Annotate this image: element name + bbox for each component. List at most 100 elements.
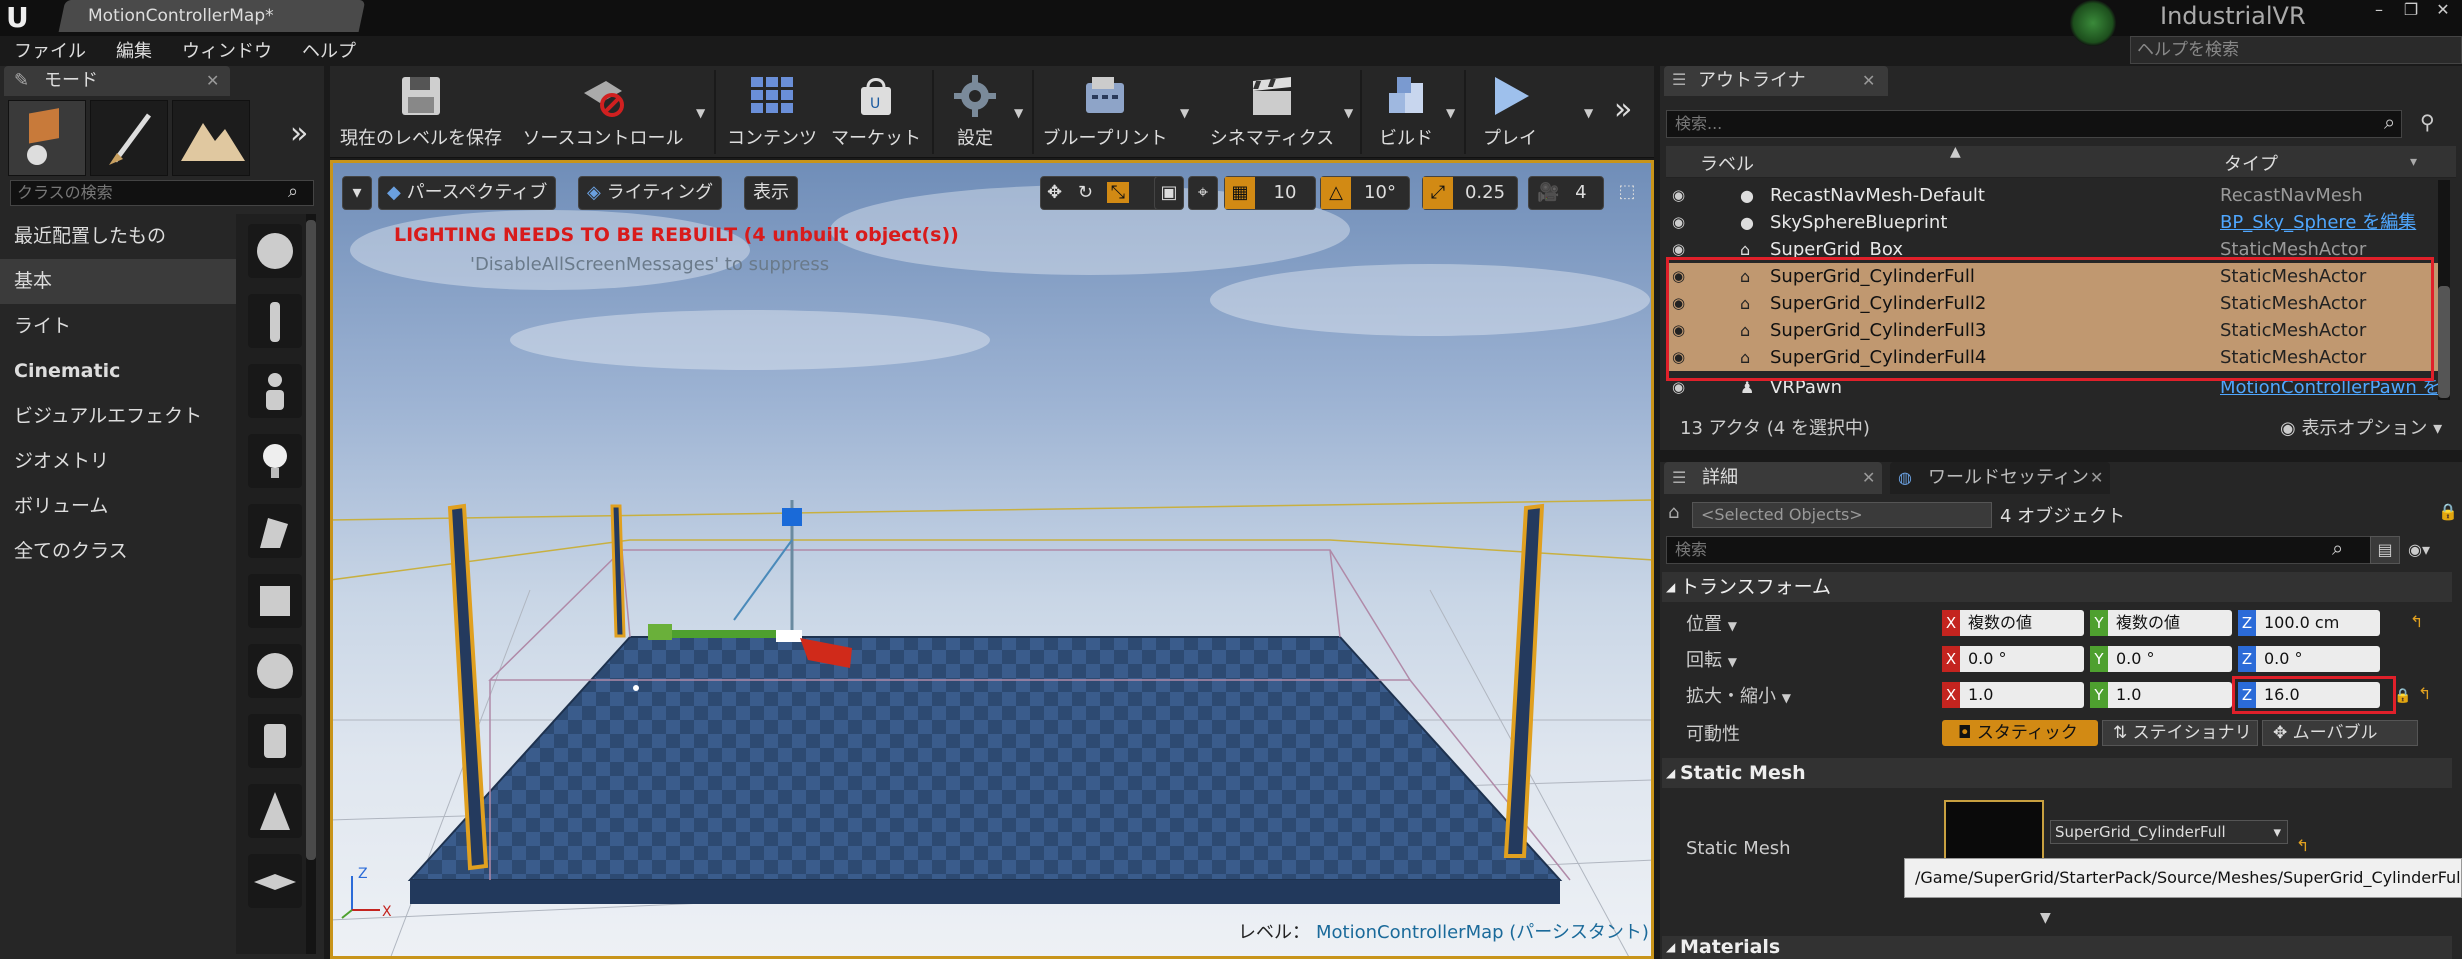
reset-to-default-icon[interactable]: ↰ (2418, 684, 2431, 703)
scale-label[interactable]: 拡大・縮小 ▼ (1686, 682, 1791, 708)
lighting-mode-button[interactable]: ◈ ライティング (578, 176, 723, 210)
marketplace-button[interactable]: U マーケット (824, 72, 928, 156)
scale-snap-value[interactable]: 0.25 (1453, 177, 1517, 209)
expand-advanced-icon[interactable]: ▼ (2040, 910, 2051, 926)
play-dropdown-icon[interactable]: ▼ (1584, 106, 1593, 120)
class-search-input[interactable]: クラスの検索 (10, 180, 314, 206)
viewport-options-button[interactable]: ▾ (342, 176, 372, 210)
empty-actor-thumb[interactable] (248, 224, 302, 278)
modes-tab[interactable]: モード (4, 66, 230, 96)
category-basic[interactable]: 基本 (0, 259, 236, 304)
settings-dropdown-icon[interactable]: ▼ (1014, 106, 1023, 120)
menu-file[interactable]: ファイル (14, 37, 86, 63)
modes-tab-close-icon[interactable]: ✕ (206, 66, 219, 96)
close-button[interactable]: ✕ (2432, 0, 2454, 24)
menu-edit[interactable]: 編集 (116, 37, 152, 63)
outliner-row[interactable]: ◉ ● SkySphereBlueprint BP_Sky_Sphere を編集 (1666, 209, 2440, 236)
view-options-button[interactable]: ◉ 表示オプション ▾ (2280, 414, 2442, 440)
level-document-tab[interactable]: MotionControllerMap* (58, 0, 366, 32)
rotation-y-field[interactable]: Y 0.0 ° (2090, 646, 2232, 672)
details-tab[interactable]: 詳細 (1664, 462, 1882, 494)
blueprints-button[interactable]: ブループリント (1040, 72, 1170, 156)
cinematics-dropdown-icon[interactable]: ▼ (1344, 106, 1353, 120)
place-mode-button[interactable] (8, 100, 86, 176)
perspective-button[interactable]: ◆ パースペクティブ (378, 176, 557, 210)
static-mesh-section-header[interactable]: ◢ Static Mesh (1662, 758, 2452, 788)
rotate-icon[interactable]: ↻ (1078, 182, 1093, 203)
rotation-y-value[interactable]: 0.0 ° (2108, 646, 2232, 672)
world-local-toggle[interactable]: ▣ (1154, 176, 1184, 210)
scale-x-field[interactable]: X 1.0 (1942, 682, 2084, 708)
location-z-value[interactable]: 100.0 cm (2256, 610, 2380, 636)
rotation-z-value[interactable]: 0.0 ° (2256, 646, 2380, 672)
column-options-icon[interactable]: ▾ (2410, 154, 2417, 170)
landscape-mode-button[interactable] (172, 100, 250, 176)
static-mesh-thumbnail[interactable] (1944, 800, 2044, 864)
rotation-z-field[interactable]: Z 0.0 ° (2238, 646, 2380, 672)
surface-snap-toggle[interactable]: ⌖ (1188, 176, 1218, 210)
toolbar-more-icon[interactable]: » (1614, 92, 1632, 127)
visibility-eye-icon[interactable]: ◉ (1672, 209, 1685, 236)
outliner-scrollbar-thumb[interactable] (2438, 286, 2450, 398)
scale-y-value[interactable]: 1.0 (2108, 682, 2232, 708)
category-volumes[interactable]: ボリューム (0, 484, 236, 529)
mobility-static-button[interactable]: ◘ スタティック (1942, 720, 2098, 746)
mobility-stationary-button[interactable]: ⇅ ステイショナリ (2102, 720, 2258, 746)
menu-window[interactable]: ウィンドウ (182, 37, 272, 63)
rotation-x-field[interactable]: X 0.0 ° (1942, 646, 2084, 672)
grid-snap-icon[interactable]: ▦ (1225, 177, 1255, 209)
player-start-thumb[interactable] (248, 504, 302, 558)
outliner-close-icon[interactable]: ✕ (1862, 66, 1875, 96)
outliner-row[interactable]: ◉ ● RecastNavMesh-Default RecastNavMesh (1666, 182, 2440, 209)
rotation-snap-value[interactable]: 10° (1351, 177, 1409, 209)
plane-thumb[interactable] (248, 854, 302, 908)
reset-to-default-icon[interactable]: ↰ (2296, 836, 2309, 855)
cube-thumb[interactable] (248, 574, 302, 628)
add-filter-icon[interactable]: ⚲ (2420, 110, 2435, 134)
play-button[interactable]: プレイ (1470, 72, 1550, 156)
help-search-input[interactable]: ヘルプを検索 (2130, 36, 2462, 64)
label-column-header[interactable]: ラベル (1700, 150, 1754, 176)
location-x-field[interactable]: X 複数の値 (1942, 610, 2084, 636)
visibility-eye-icon[interactable]: ◉ (1672, 182, 1685, 209)
category-recent[interactable]: 最近配置したもの (0, 214, 236, 259)
sphere-thumb[interactable] (248, 644, 302, 698)
visibility-filter-icon[interactable]: ◉▾ (2408, 540, 2430, 559)
location-y-field[interactable]: Y 複数の値 (2090, 610, 2232, 636)
static-mesh-picker[interactable]: SuperGrid_CylinderFull ▾ (2050, 820, 2288, 844)
grid-snap-value[interactable]: 10 (1255, 177, 1315, 209)
translate-icon[interactable]: ✥ (1047, 182, 1062, 203)
outliner-tab[interactable]: アウトライナ (1664, 66, 1888, 96)
category-lights[interactable]: ライト (0, 304, 236, 349)
cone-thumb[interactable] (248, 784, 302, 838)
rotation-x-value[interactable]: 0.0 ° (1960, 646, 2084, 672)
content-button[interactable]: コンテンツ (722, 72, 822, 156)
materials-section-header[interactable]: ◢ Materials (1662, 936, 2452, 959)
details-close-icon[interactable]: ✕ (1862, 462, 1875, 494)
lock-icon[interactable]: 🔒 (2438, 502, 2458, 521)
rotation-snap-icon[interactable]: △ (1321, 177, 1351, 209)
camera-speed-button[interactable]: 🎥 4 (1528, 176, 1604, 210)
category-geometry[interactable]: ジオメトリ (0, 439, 236, 484)
build-dropdown-icon[interactable]: ▼ (1446, 106, 1455, 120)
location-z-field[interactable]: Z 100.0 cm (2238, 610, 2380, 636)
point-light-thumb[interactable] (248, 434, 302, 488)
menu-help[interactable]: ヘルプ (302, 37, 356, 63)
location-label[interactable]: 位置 ▼ (1686, 610, 1737, 636)
scale-snap-icon[interactable]: ⤢ (1423, 177, 1453, 209)
maximize-button[interactable]: ❐ (2400, 0, 2422, 24)
outliner-search-input[interactable]: 検索... (1666, 110, 2402, 138)
minimize-button[interactable]: – (2368, 0, 2390, 24)
source-control-button[interactable]: ソースコントロール (508, 72, 698, 156)
modes-scrollbar-thumb[interactable] (306, 220, 316, 860)
selected-objects-field[interactable]: <Selected Objects> (1692, 502, 1992, 528)
source-control-dropdown-icon[interactable]: ▼ (696, 106, 705, 120)
empty-pawn-thumb[interactable] (248, 364, 302, 418)
location-y-value[interactable]: 複数の値 (2108, 610, 2232, 636)
blueprints-dropdown-icon[interactable]: ▼ (1180, 106, 1189, 120)
type-column-header[interactable]: タイプ (2224, 150, 2278, 176)
show-flags-button[interactable]: 表示 (744, 176, 798, 210)
category-cinematic[interactable]: Cinematic (0, 349, 236, 394)
category-visual-effects[interactable]: ビジュアルエフェクト (0, 394, 236, 439)
location-x-value[interactable]: 複数の値 (1960, 610, 2084, 636)
